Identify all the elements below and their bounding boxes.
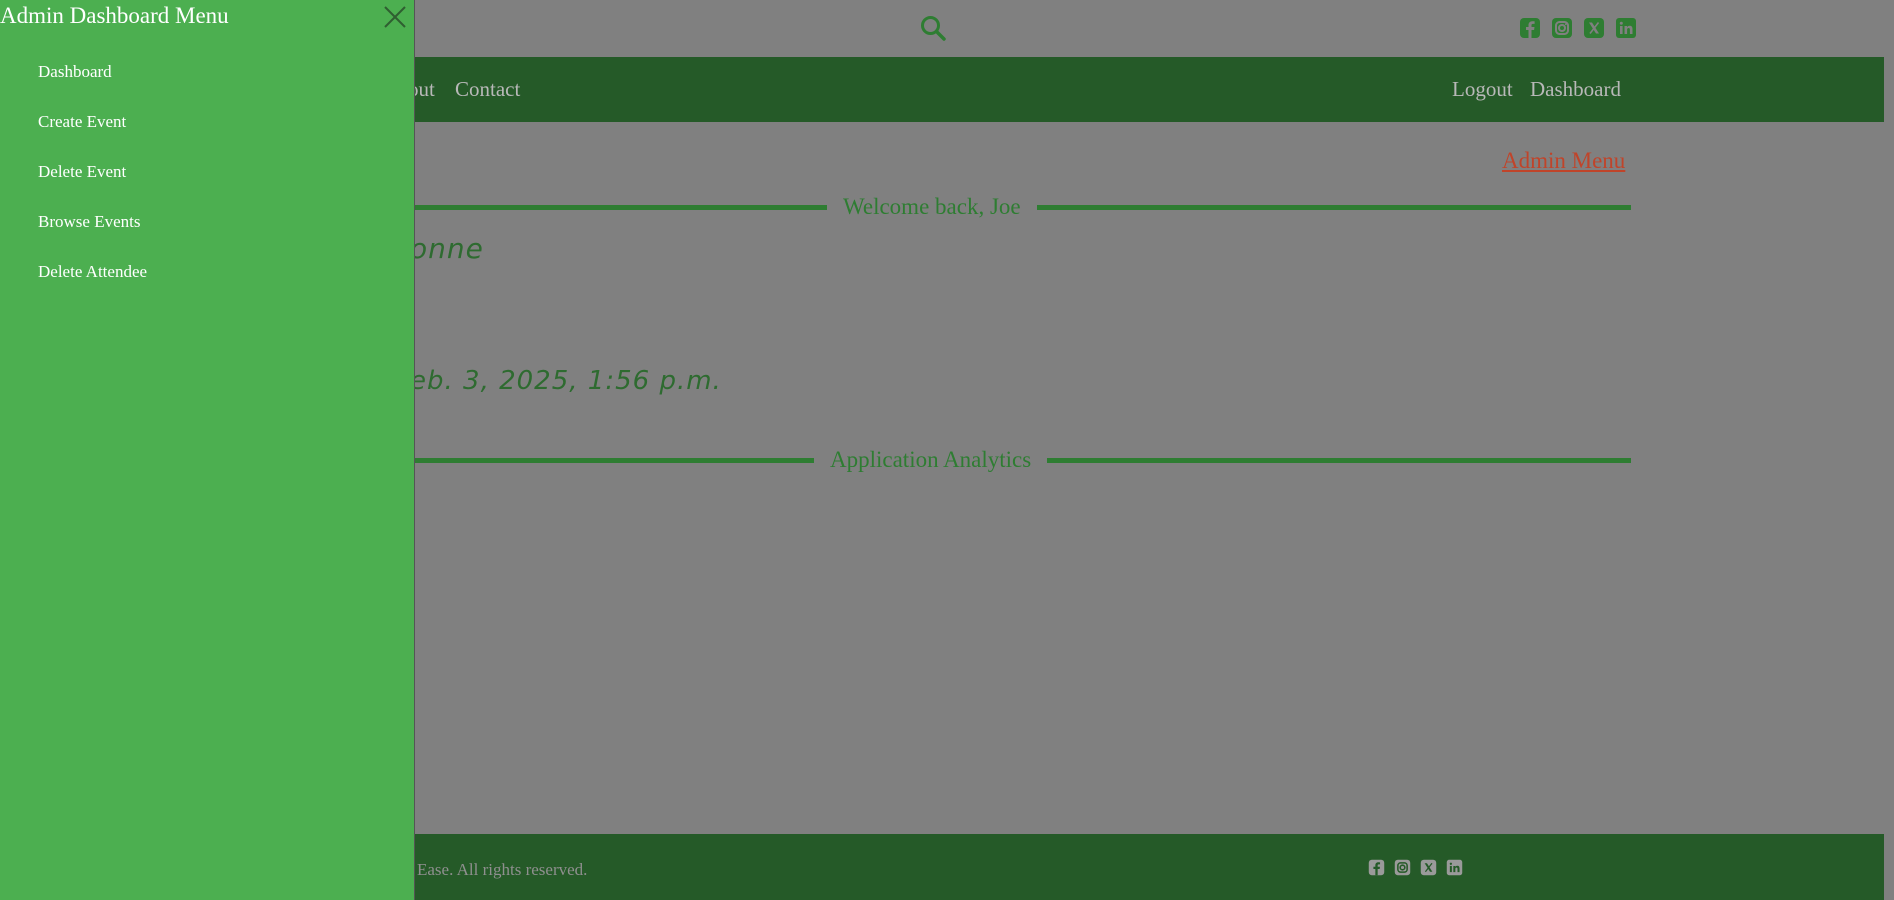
x-icon[interactable] xyxy=(1583,17,1605,39)
close-icon[interactable] xyxy=(382,4,408,30)
instagram-icon[interactable] xyxy=(1394,859,1411,876)
facebook-icon[interactable] xyxy=(1368,859,1385,876)
admin-menu-drawer: Admin Dashboard Menu Dashboard Create Ev… xyxy=(0,0,415,900)
welcome-heading: Welcome back, Joe xyxy=(827,194,1037,220)
linkedin-icon[interactable] xyxy=(1615,17,1637,39)
drawer-item-delete-event[interactable]: Delete Event xyxy=(38,162,147,212)
nav-link-contact[interactable]: Contact xyxy=(455,77,520,102)
nav-link-dashboard[interactable]: Dashboard xyxy=(1530,77,1621,102)
page: out Contact Logout Dashboard Admin Menu … xyxy=(0,0,1894,900)
last-login-date: eb. 3, 2025, 1:56 p.m. xyxy=(410,366,722,396)
drawer-item-delete-attendee[interactable]: Delete Attendee xyxy=(38,262,147,312)
copyright-text: t Ease. All rights reserved. xyxy=(408,860,588,879)
drawer-item-dashboard[interactable]: Dashboard xyxy=(38,62,147,112)
search-icon[interactable] xyxy=(920,15,946,41)
admin-menu-link[interactable]: Admin Menu xyxy=(1502,148,1625,174)
nav-link-logout[interactable]: Logout xyxy=(1452,77,1513,102)
x-icon[interactable] xyxy=(1420,859,1437,876)
user-name-text: onne xyxy=(410,232,484,265)
analytics-heading: Application Analytics xyxy=(814,447,1048,473)
footer-social-links xyxy=(1368,859,1463,876)
drawer-item-create-event[interactable]: Create Event xyxy=(38,112,147,162)
instagram-icon[interactable] xyxy=(1551,17,1573,39)
drawer-item-browse-events[interactable]: Browse Events xyxy=(38,212,147,262)
drawer-title: Admin Dashboard Menu xyxy=(0,3,229,28)
drawer-menu-list: Dashboard Create Event Delete Event Brow… xyxy=(38,62,147,312)
linkedin-icon[interactable] xyxy=(1446,859,1463,876)
top-social-links xyxy=(1519,17,1637,39)
facebook-icon[interactable] xyxy=(1519,17,1541,39)
